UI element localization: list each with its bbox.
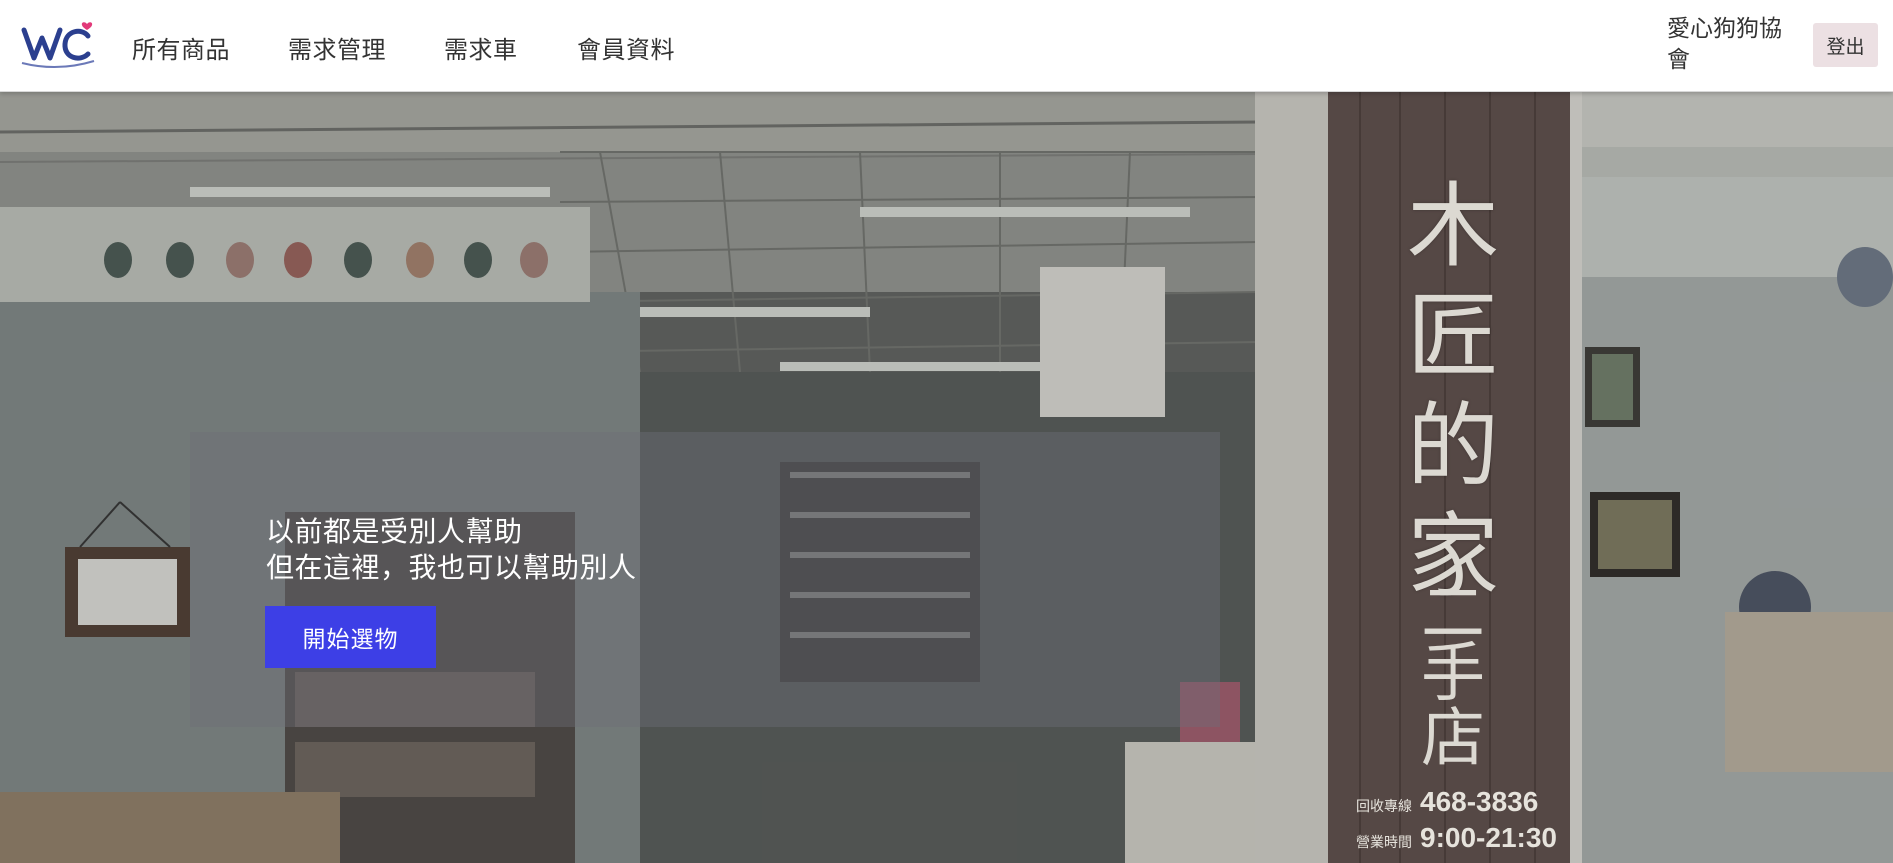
nav-demand-management[interactable]: 需求管理	[288, 30, 386, 65]
hero-headline-line1: 以前都是受別人幫助	[266, 515, 523, 548]
brand-logo[interactable]	[20, 18, 95, 70]
start-shopping-button[interactable]: 開始選物	[265, 606, 436, 668]
sign-subchar-3: 店	[1421, 702, 1485, 776]
nav-all-products[interactable]: 所有商品	[132, 30, 230, 65]
sign-hours-label: 營業時間	[1356, 834, 1412, 850]
sign-hours: 營業時間 9:00-21:30	[1356, 822, 1557, 854]
sign-phone-label: 回收專線	[1356, 798, 1412, 814]
top-navbar: 所有商品 需求管理 需求車 會員資料 愛心狗狗協會 登出	[0, 0, 1893, 92]
sign-phone: 回收專線 468-3836	[1356, 786, 1538, 818]
nav-member-profile[interactable]: 會員資料	[577, 30, 675, 65]
hero-headline-line2: 但在這裡，我也可以幫助別人	[266, 551, 637, 584]
sign-phone-value: 468-3836	[1420, 786, 1539, 817]
nav-demand-cart[interactable]: 需求車	[444, 30, 518, 65]
sign-hours-value: 9:00-21:30	[1420, 822, 1557, 853]
logout-button[interactable]: 登出	[1813, 23, 1878, 67]
organization-name: 愛心狗狗協會	[1667, 16, 1782, 73]
hero-banner: 木 匠 的 家 二 手 店 回收專線 468-3836 營業時間 9:00-21:3…	[0, 92, 1893, 863]
